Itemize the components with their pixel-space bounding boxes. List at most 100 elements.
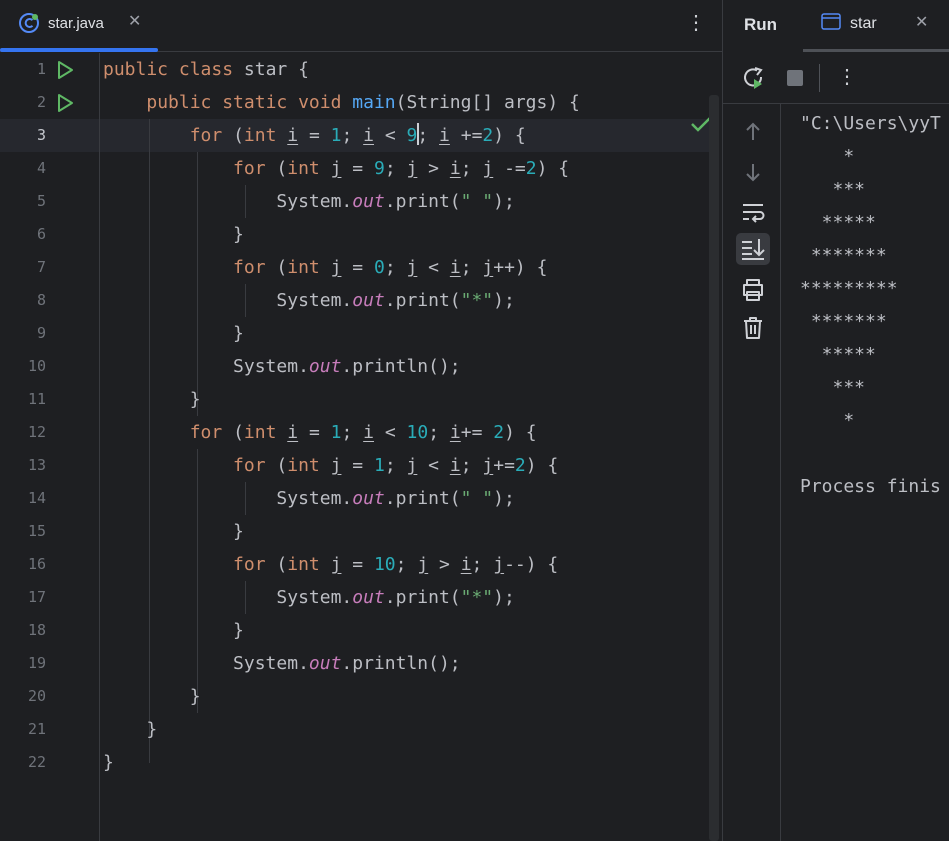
line-number: 18 xyxy=(27,621,46,639)
run-header: Run star ✕ xyxy=(723,0,949,52)
code-token: for xyxy=(233,257,277,278)
code-token: int xyxy=(287,554,331,575)
code-token: 1 xyxy=(330,125,342,146)
down-arrow-icon[interactable] xyxy=(736,156,770,188)
line-number-gutter: 1 2 3 4 5 6 7 8 9 10 11 12 13 14 15 16 17 18 19 20 21 22 xyxy=(0,53,100,841)
code-line: for (int j = 9; j > i; j -=2) { xyxy=(103,152,569,185)
line-number: 9 xyxy=(36,324,46,342)
code-token: 1 xyxy=(330,422,342,443)
tab-star-java[interactable]: star.java ✕ xyxy=(0,0,158,52)
code-token: j xyxy=(482,257,494,278)
code-token: 10 xyxy=(373,554,396,575)
code-token: > xyxy=(428,554,461,575)
code-token: out xyxy=(352,191,385,212)
code-token: = xyxy=(298,125,331,146)
run-title: Run xyxy=(744,15,778,34)
line-number: 16 xyxy=(27,555,46,573)
code-token: j xyxy=(482,158,494,179)
code-line: System.out.print(" "); xyxy=(103,185,515,218)
active-tab-indicator xyxy=(0,48,158,52)
print-icon[interactable] xyxy=(736,274,770,306)
code-token: i xyxy=(449,422,461,443)
code-line: for (int j = 1; j < i; j+=2) { xyxy=(103,449,558,482)
line-number: 4 xyxy=(36,159,46,177)
code-token: 2 xyxy=(482,125,494,146)
code-token: ; xyxy=(395,554,418,575)
code-token: ( xyxy=(233,422,244,443)
console-output[interactable]: "C:\Users\yyT * *** ***** ******* *******… xyxy=(800,104,949,841)
up-arrow-icon[interactable] xyxy=(736,116,770,148)
console-line: * xyxy=(800,146,855,167)
code-token: 0 xyxy=(373,257,385,278)
code-token: ) { xyxy=(525,455,559,476)
trash-icon[interactable] xyxy=(736,312,770,344)
code-token: out xyxy=(352,587,385,608)
code-token: ; xyxy=(428,422,450,443)
vertical-scrollbar[interactable] xyxy=(709,95,719,841)
code-token: i xyxy=(439,125,450,146)
code-token: i xyxy=(449,158,461,179)
code-token: 2 xyxy=(514,455,526,476)
code-token: j xyxy=(406,257,418,278)
code-token: } xyxy=(103,620,244,641)
tab-star-run[interactable]: star ✕ xyxy=(803,0,949,52)
line-number: 17 xyxy=(27,588,46,606)
code-token: = xyxy=(341,554,374,575)
code-token: += xyxy=(460,422,494,443)
code-token: ++) { xyxy=(493,257,548,278)
rerun-icon[interactable] xyxy=(742,66,766,90)
line-number: 1 xyxy=(36,60,46,78)
more-options-icon[interactable]: ⋮ xyxy=(835,64,859,88)
code-token: System. xyxy=(103,290,353,311)
line-number: 5 xyxy=(36,192,46,210)
code-token: += xyxy=(449,125,483,146)
code-token: j xyxy=(482,455,494,476)
code-token: -= xyxy=(493,158,526,179)
code-token: main xyxy=(352,92,396,113)
code-token: for xyxy=(233,554,277,575)
line-number: 2 xyxy=(36,93,46,111)
code-token: for xyxy=(189,422,234,443)
code-token: ); xyxy=(493,191,515,212)
code-area[interactable]: 1 2 3 4 5 6 7 8 9 10 11 12 13 14 15 16 17 18 19 20 21 22 publ… xyxy=(0,53,722,841)
code-token: i xyxy=(287,125,299,146)
close-icon[interactable]: ✕ xyxy=(915,12,928,32)
code-token: ) { xyxy=(493,125,526,146)
code-line: } xyxy=(103,317,244,350)
code-line: System.out.print(" "); xyxy=(103,482,515,515)
code-token: } xyxy=(103,323,244,344)
code-token: } xyxy=(103,752,114,773)
more-options-icon[interactable]: ⋮ xyxy=(686,10,706,35)
close-icon[interactable]: ✕ xyxy=(128,11,141,31)
console-line: ********* xyxy=(800,278,898,299)
code-token: } xyxy=(103,224,244,245)
run-gutter-icon[interactable] xyxy=(55,60,75,80)
stop-icon[interactable] xyxy=(783,66,807,90)
code-token: j xyxy=(330,554,342,575)
code-token: .println(); xyxy=(341,356,461,377)
code-token: .print( xyxy=(384,191,461,212)
soft-wrap-icon[interactable] xyxy=(736,196,770,228)
code-token: for xyxy=(233,455,277,476)
code-token: "*" xyxy=(460,290,494,311)
scroll-to-end-icon[interactable] xyxy=(736,233,770,265)
line-number: 13 xyxy=(27,456,46,474)
code-token: .print( xyxy=(384,290,461,311)
code-line: } xyxy=(103,383,201,416)
code-token: ); xyxy=(493,488,515,509)
code-line: } xyxy=(103,515,244,548)
line-number: 10 xyxy=(27,357,46,375)
code-token: System. xyxy=(103,653,309,674)
line-number: 12 xyxy=(27,423,46,441)
code-token: out xyxy=(308,653,342,674)
toolbar-separator xyxy=(819,64,820,92)
code-line: } xyxy=(103,614,244,647)
code-token: j xyxy=(330,455,342,476)
line-number: 8 xyxy=(36,291,46,309)
code-token: .print( xyxy=(384,488,461,509)
code-line: System.out.print("*"); xyxy=(103,284,514,317)
run-gutter-icon[interactable] xyxy=(55,93,75,113)
